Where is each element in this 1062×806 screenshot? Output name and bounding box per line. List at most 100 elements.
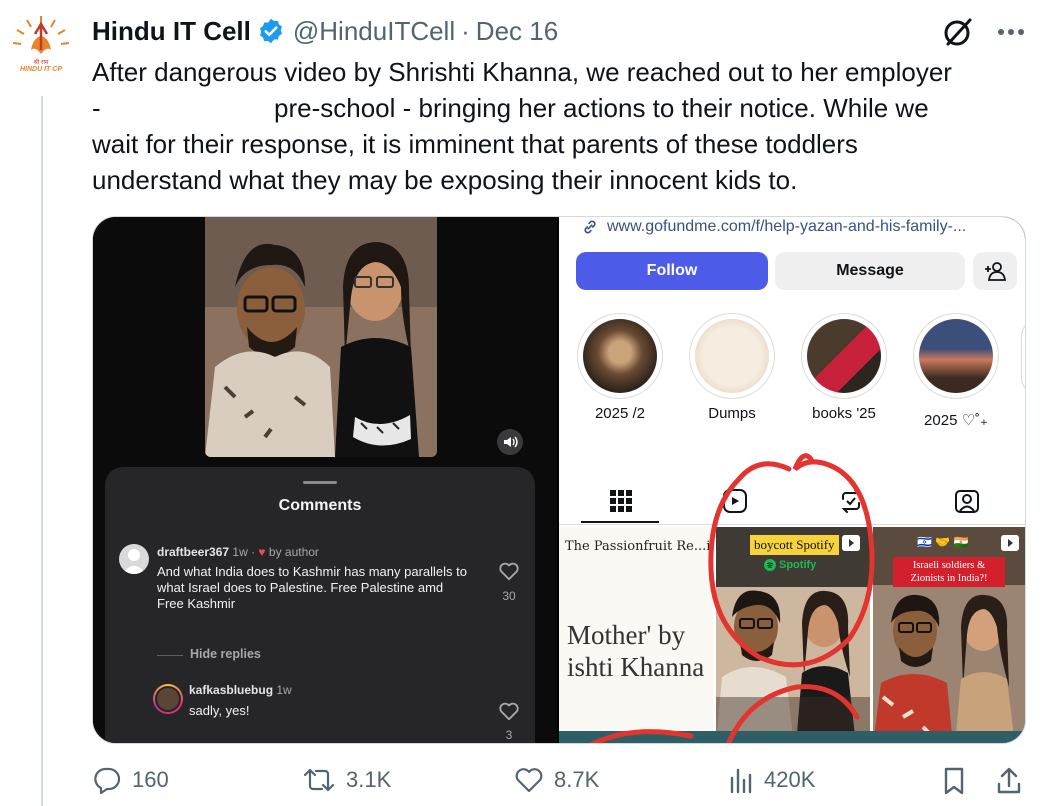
tweet-date[interactable]: Dec 16: [476, 16, 558, 47]
tweet-text: After dangerous video by Shrishti Khanna…: [92, 54, 1032, 198]
grok-icon[interactable]: [942, 16, 974, 48]
tweet-text-line: wait for their response, it is imminent …: [92, 129, 858, 159]
story-highlight[interactable]: 2025 /2: [575, 313, 665, 422]
highlight-image: [583, 319, 657, 393]
tweet-text-line: After dangerous video by Shrishti Khanna…: [92, 57, 952, 87]
tweet-text-line: understand what they may be exposing the…: [92, 165, 798, 195]
commenter-avatar[interactable]: [119, 544, 149, 574]
profile-screenshot[interactable]: www.gofundme.com/f/help-yazan-and-his-fa…: [559, 217, 1025, 743]
reply-icon: [94, 767, 121, 794]
like-icon: [515, 768, 543, 793]
grid-tab-icon[interactable]: [607, 487, 635, 515]
comment-like-count: 3: [505, 728, 513, 742]
avatar-caption: HINDU IT CP: [20, 66, 62, 73]
highlight-image: [695, 319, 769, 393]
like-button[interactable]: 8.7K: [514, 766, 599, 794]
post-title-line: Mother' by: [567, 620, 686, 650]
link-icon: [584, 220, 596, 234]
profile-link[interactable]: www.gofundme.com/f/help-yazan-and-his-fa…: [581, 218, 966, 236]
heart-icon[interactable]: [498, 701, 520, 721]
replies-divider: [157, 655, 183, 656]
video-thumbnail[interactable]: [205, 217, 437, 457]
comment-time: 1w: [232, 545, 248, 559]
comment-meta: draftbeer367 1w · ♥ by author: [157, 545, 319, 559]
reel-icon: [1001, 535, 1019, 551]
highlight-label: Dumps: [708, 405, 756, 422]
grid-post[interactable]: 🇮🇱 🤝 🇮🇳 Israeli soldiers & Zionists in I…: [873, 527, 1025, 743]
display-name[interactable]: Hindu IT Cell: [92, 16, 251, 47]
story-highlight[interactable]: books '25: [799, 313, 889, 422]
bookmark-icon[interactable]: [940, 766, 968, 796]
comment-username[interactable]: kafkasbluebug: [189, 683, 273, 697]
grid-post[interactable]: boycott Spotify Spotify: [716, 527, 870, 743]
more-icon[interactable]: [993, 18, 1029, 46]
tweet-media[interactable]: Comments draftbeer367 1w · ♥ by author A…: [92, 216, 1026, 744]
views-icon: [730, 768, 752, 794]
highlight-label: books '25: [812, 405, 876, 422]
repost-icon: [303, 768, 335, 792]
follow-button[interactable]: Follow: [576, 252, 768, 290]
story-highlight[interactable]: Dumps: [687, 313, 777, 422]
reel-icon: [842, 535, 860, 551]
hide-replies-button[interactable]: Hide replies: [190, 647, 261, 661]
add-user-button[interactable]: [973, 252, 1017, 290]
grid-post[interactable]: The Passionfruit Re...ie Mother' by isht…: [559, 527, 713, 743]
reply-count: 160: [132, 767, 169, 792]
like-count: 8.7K: [554, 767, 600, 792]
spotify-icon: [764, 559, 776, 571]
comments-screenshot[interactable]: Comments draftbeer367 1w · ♥ by author A…: [93, 217, 557, 743]
add-user-icon: [985, 262, 1006, 281]
highlight-image: [807, 319, 881, 393]
highlight-image: [919, 319, 993, 393]
flags: 🇮🇱 🤝 🇮🇳: [917, 535, 969, 549]
post-heading: The Passionfruit Re...ie: [565, 539, 713, 554]
next-row-preview: [559, 731, 1025, 743]
spotify-caption: Spotify: [764, 559, 816, 571]
tweet-text-line: - pre-school - bringing her actions to t…: [92, 93, 929, 123]
comment-username[interactable]: draftbeer367: [157, 545, 229, 559]
comment-text: sadly, yes!: [189, 703, 250, 718]
story-highlight-partial[interactable]: [1021, 317, 1025, 397]
comment-time: 1w: [276, 683, 292, 697]
message-button[interactable]: Message: [775, 252, 965, 290]
comments-title: Comments: [278, 497, 362, 514]
default-avatar-icon: [122, 549, 146, 574]
post-title: Mother' by ishti Khanna: [567, 619, 704, 683]
sheet-handle[interactable]: [303, 481, 337, 484]
video-people-illustration: [205, 217, 437, 457]
heart-icon[interactable]: [498, 561, 520, 581]
active-tab-indicator: [581, 521, 659, 523]
highlight-label: 2025 /2: [594, 405, 646, 422]
profile-tabs: [559, 475, 1025, 525]
repost-count: 3.1K: [346, 767, 392, 792]
avatar[interactable]: श्री राम HINDU IT CP: [7, 10, 75, 78]
comment-separator: ·: [251, 545, 256, 559]
share-icon[interactable]: [994, 766, 1024, 796]
repost-button[interactable]: 3.1K: [302, 766, 391, 794]
thread-line: [41, 96, 43, 806]
author-like-label: by author: [268, 545, 319, 559]
svg-text:श्री राम: श्री राम: [33, 58, 48, 66]
views-button[interactable]: 420K: [728, 766, 815, 794]
verified-badge-icon[interactable]: [257, 17, 285, 45]
commenter-avatar[interactable]: [153, 684, 183, 714]
header-separator: ·: [461, 15, 470, 46]
tagged-tab-icon[interactable]: [953, 487, 981, 515]
views-count: 420K: [764, 767, 816, 792]
reply-button[interactable]: 160: [92, 766, 169, 794]
comment-like-count: 30: [502, 589, 516, 603]
comment-meta: kafkasbluebug 1w: [189, 683, 292, 697]
profile-link-text[interactable]: www.gofundme.com/f/help-yazan-and-his-fa…: [607, 218, 966, 236]
post-title-line: ishti Khanna: [567, 652, 705, 682]
reposts-tab-icon[interactable]: [837, 487, 865, 515]
story-highlight[interactable]: 2025 ♡˚₊: [911, 313, 1001, 429]
reels-tab-icon[interactable]: [721, 487, 749, 515]
post-tag: Israeli soldiers & Zionists in India?!: [893, 557, 1005, 587]
sound-icon[interactable]: [497, 429, 523, 455]
spotify-label: Spotify: [779, 559, 817, 571]
highlight-label: 2025 ♡˚₊: [924, 412, 988, 429]
author-heart-icon: ♥: [258, 545, 266, 559]
tweet-header: Hindu IT Cell @HinduITCell · Dec 16: [92, 14, 558, 48]
post-tag: boycott Spotify: [750, 535, 839, 555]
handle[interactable]: @HinduITCell: [293, 16, 455, 47]
